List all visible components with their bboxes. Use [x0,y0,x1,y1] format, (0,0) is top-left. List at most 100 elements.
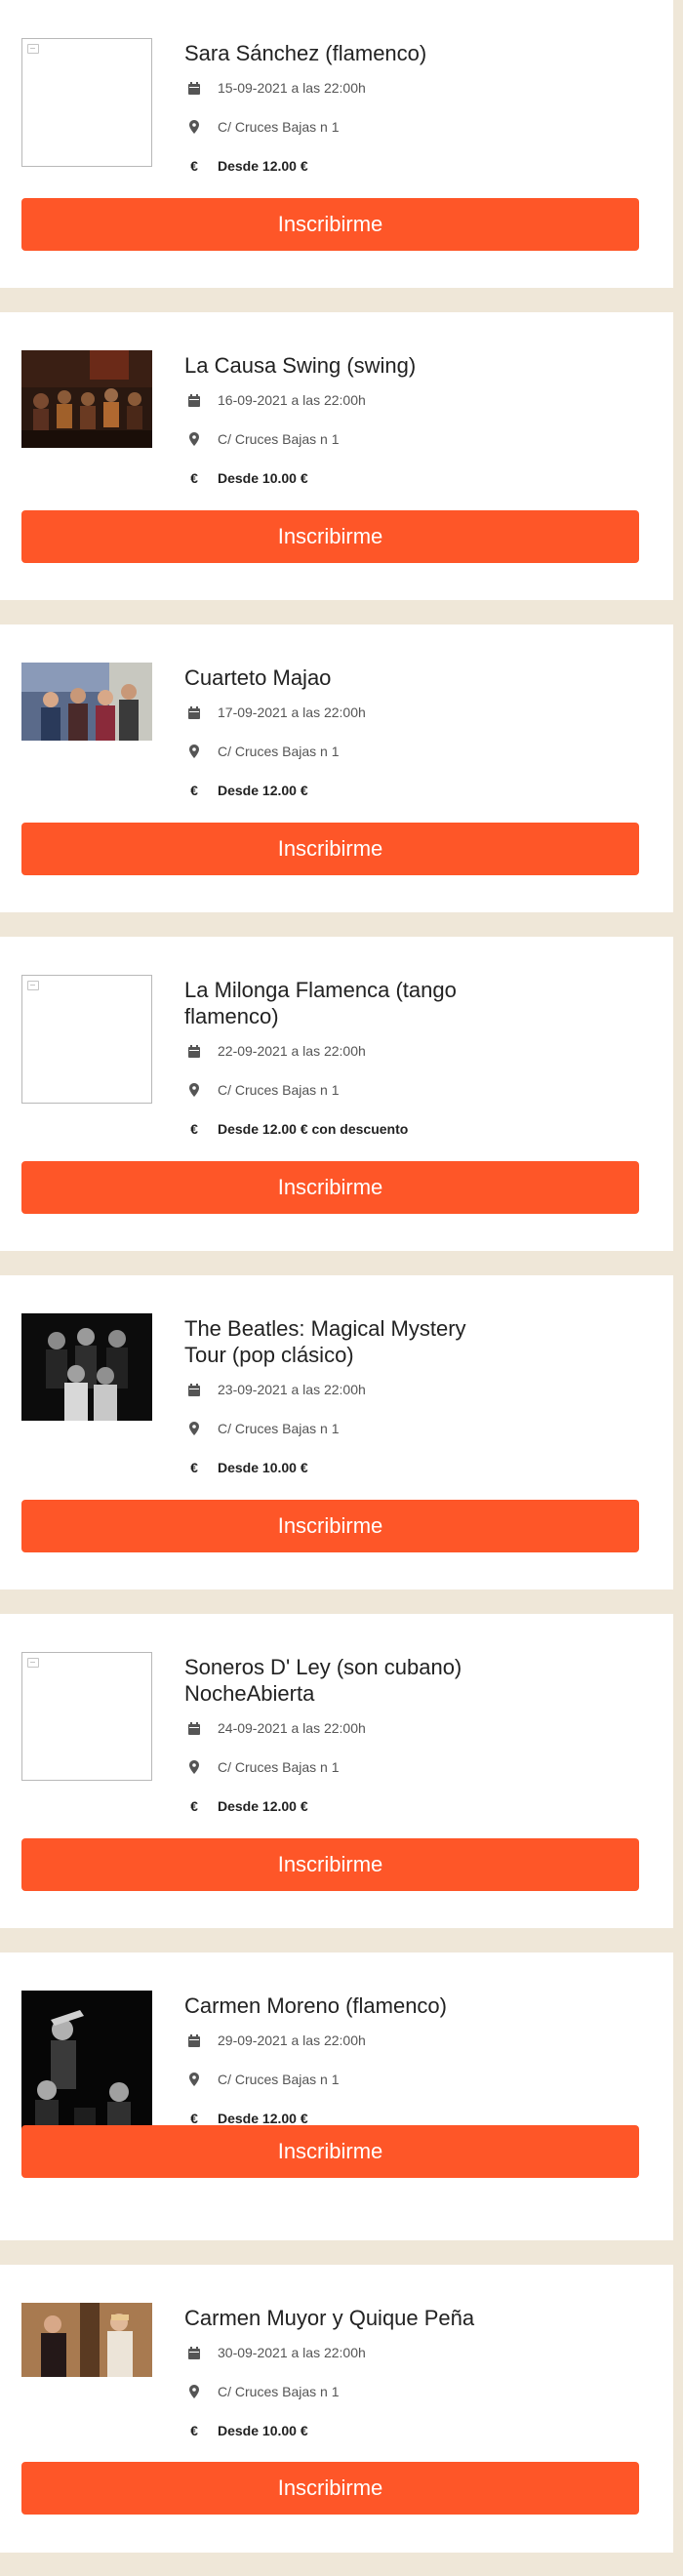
event-price-text: Desde 10.00 € [218,1460,308,1475]
event-date: 30-09-2021 a las 22:00h [184,2343,506,2362]
event-venue-text: C/ Cruces Bajas n 1 [218,1082,340,1098]
event-price: € Desde 10.00 € [184,1458,506,1477]
event-title: Soneros D' Ley (son cubano) NocheAbierta [184,1655,462,1706]
calendar-icon [187,1383,201,1396]
event-info: La Causa Swing (swing) 16-09-2021 a las … [184,352,506,488]
calendar-icon [187,81,201,95]
euro-icon: € [190,1460,198,1475]
event-card: Sara Sánchez (flamenco) 15-09-2021 a las… [0,0,673,288]
event-venue: C/ Cruces Bajas n 1 [184,742,506,761]
event-date-text: 29-09-2021 a las 22:00h [218,2033,366,2048]
event-price: € Desde 10.00 € [184,2421,506,2440]
event-price-text: Desde 10.00 € [218,2423,308,2438]
event-image [21,2303,152,2377]
enroll-button[interactable]: Inscribirme [21,1161,639,1214]
event-venue: C/ Cruces Bajas n 1 [184,1080,506,1100]
event-date-text: 24-09-2021 a las 22:00h [218,1720,366,1736]
event-card: The Beatles: Magical Mystery Tour (pop c… [0,1275,673,1590]
event-date: 29-09-2021 a las 22:00h [184,2031,506,2050]
event-date-text: 30-09-2021 a las 22:00h [218,2345,366,2360]
event-price-text: Desde 10.00 € [218,470,308,486]
enroll-button[interactable]: Inscribirme [21,823,639,875]
event-date-text: 16-09-2021 a las 22:00h [218,392,366,408]
event-card: Carmen Muyor y Quique Peña 30-09-2021 a … [0,2265,673,2553]
event-price-text: Desde 12.00 € con descuento [218,1121,409,1137]
event-venue-text: C/ Cruces Bajas n 1 [218,2384,340,2399]
broken-image-icon [27,1658,39,1668]
event-price-text: Desde 12.00 € [218,1798,308,1814]
enroll-button[interactable]: Inscribirme [21,2125,639,2178]
euro-icon: € [190,158,198,174]
euro-icon: € [190,1798,198,1814]
event-venue-text: C/ Cruces Bajas n 1 [218,431,340,447]
event-price: € Desde 10.00 € [184,468,506,488]
event-venue-text: C/ Cruces Bajas n 1 [218,1759,340,1775]
euro-icon: € [190,783,198,798]
event-info: Soneros D' Ley (son cubano) NocheAbierta… [184,1654,506,1816]
event-card: Cuarteto Majao 17-09-2021 a las 22:00h C… [0,624,673,912]
event-venue-text: C/ Cruces Bajas n 1 [218,2072,340,2087]
calendar-icon [187,2346,201,2359]
event-title: La Causa Swing (swing) [184,353,417,378]
event-date-text: 22-09-2021 a las 22:00h [218,1043,366,1059]
event-image [21,1991,152,2145]
map-marker-icon [187,745,201,758]
event-info: Sara Sánchez (flamenco) 15-09-2021 a las… [184,40,506,176]
event-venue: C/ Cruces Bajas n 1 [184,117,506,137]
event-price-text: Desde 12.00 € [218,158,308,174]
enroll-button[interactable]: Inscribirme [21,510,639,563]
event-image [21,663,152,741]
event-date-text: 15-09-2021 a las 22:00h [218,80,366,96]
calendar-icon [187,1721,201,1735]
event-venue: C/ Cruces Bajas n 1 [184,429,506,449]
broken-image-icon [27,981,39,990]
event-venue-text: C/ Cruces Bajas n 1 [218,744,340,759]
event-date-text: 17-09-2021 a las 22:00h [218,704,366,720]
event-price: € Desde 12.00 € [184,1796,506,1816]
map-marker-icon [187,432,201,446]
event-image [21,975,152,1104]
event-title: Cuarteto Majao [184,665,332,690]
event-venue-text: C/ Cruces Bajas n 1 [218,1421,340,1436]
event-venue: C/ Cruces Bajas n 1 [184,2070,506,2089]
map-marker-icon [187,2073,201,2086]
event-venue: C/ Cruces Bajas n 1 [184,2382,506,2401]
event-date: 23-09-2021 a las 22:00h [184,1380,506,1399]
event-title: Sara Sánchez (flamenco) [184,41,427,65]
event-price-text: Desde 12.00 € [218,783,308,798]
calendar-icon [187,393,201,407]
event-title: La Milonga Flamenca (tango flamenco) [184,978,457,1028]
event-info: Carmen Muyor y Quique Peña 30-09-2021 a … [184,2305,506,2440]
event-image [21,38,152,167]
euro-icon: € [190,1121,198,1137]
event-date: 16-09-2021 a las 22:00h [184,390,506,410]
event-venue-text: C/ Cruces Bajas n 1 [218,119,340,135]
enroll-button[interactable]: Inscribirme [21,1838,639,1891]
map-marker-icon [187,1083,201,1097]
enroll-button[interactable]: Inscribirme [21,1500,639,1552]
event-card: La Milonga Flamenca (tango flamenco) 22-… [0,937,673,1251]
event-card: La Causa Swing (swing) 16-09-2021 a las … [0,312,673,600]
event-venue: C/ Cruces Bajas n 1 [184,1757,506,1777]
event-date: 17-09-2021 a las 22:00h [184,703,506,722]
event-date-text: 23-09-2021 a las 22:00h [218,1382,366,1397]
event-price: € Desde 12.00 € [184,156,506,176]
event-image [21,1652,152,1781]
events-list: Sara Sánchez (flamenco) 15-09-2021 a las… [0,0,683,2553]
event-date: 15-09-2021 a las 22:00h [184,78,506,98]
event-image [21,350,152,448]
event-price: € Desde 12.00 € con descuento [184,1119,506,1139]
event-info: Cuarteto Majao 17-09-2021 a las 22:00h C… [184,664,506,800]
calendar-icon [187,705,201,719]
map-marker-icon [187,2385,201,2398]
calendar-icon [187,1044,201,1058]
map-marker-icon [187,1422,201,1435]
enroll-button[interactable]: Inscribirme [21,2462,639,2515]
enroll-button[interactable]: Inscribirme [21,198,639,251]
event-image [21,1313,152,1421]
event-card: Carmen Moreno (flamenco) 29-09-2021 a la… [0,1952,673,2240]
event-date: 24-09-2021 a las 22:00h [184,1718,506,1738]
event-venue: C/ Cruces Bajas n 1 [184,1419,506,1438]
event-info: Carmen Moreno (flamenco) 29-09-2021 a la… [184,1992,506,2128]
euro-icon: € [190,2111,198,2126]
